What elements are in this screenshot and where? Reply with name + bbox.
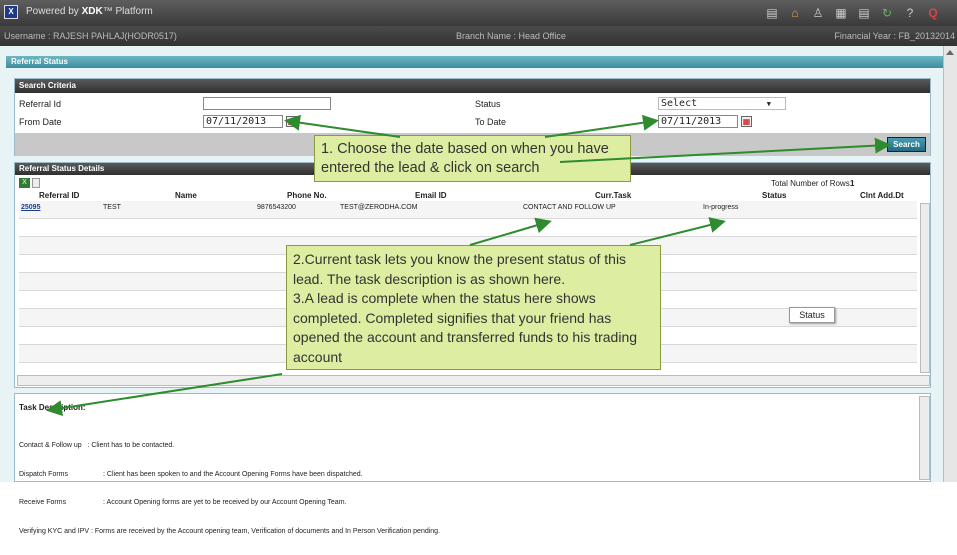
task-description-box: Task Description: Contact & Follow up : …: [14, 393, 931, 535]
user-icon[interactable]: ♙: [810, 5, 826, 21]
task-description-list: Contact & Follow up : Client has to be c…: [19, 422, 440, 555]
total-rows-value: 1: [850, 179, 855, 188]
chevron-down-icon: ▼: [766, 100, 771, 108]
title-bar: X Powered by XDK™ Platform ▤ ⌂ ♙ ▦ ▤ ↻ ?…: [0, 0, 957, 26]
powered-by-text: Powered by XDK™ Platform: [26, 6, 153, 17]
col-email: Email ID: [415, 191, 447, 200]
user-info-bar: Username : RAJESH PAHLAJ(HODR0517) Branc…: [0, 26, 957, 46]
task-line: Dispatch Forms : Client has been spoken …: [19, 470, 363, 478]
cell-phone: 9876543200: [257, 204, 296, 211]
col-status: Status: [762, 191, 787, 200]
refresh-icon[interactable]: ↻: [879, 5, 895, 21]
horizontal-scrollbar[interactable]: [17, 375, 930, 386]
username-text: Username : RAJESH PAHLAJ(HODR0517): [4, 31, 177, 41]
to-date-label: To Date: [475, 117, 507, 127]
callout-step-3: 3.A lead is complete when the status her…: [293, 290, 638, 365]
col-phone: Phone No.: [287, 191, 327, 200]
task-line: Receive Forms : Account Opening forms ar…: [19, 499, 347, 506]
cell-status: In-progress: [703, 204, 739, 211]
callout-step-1: 1. Choose the date based on when you hav…: [314, 135, 631, 182]
task-description-scrollbar[interactable]: [919, 396, 930, 480]
branch-name-text: Branch Name : Head Office: [456, 31, 566, 41]
app-logo-icon: X: [4, 5, 18, 19]
task-description-title: Task Description:: [19, 403, 86, 412]
referral-id-label: Referral Id: [19, 99, 62, 109]
task-line: Contact & Follow up : Client has to be c…: [19, 442, 175, 449]
referral-id-input[interactable]: [203, 97, 331, 110]
help-icon[interactable]: ?: [902, 5, 918, 21]
total-rows-label: Total Number of Rows :: [771, 179, 855, 188]
from-date-label: From Date: [19, 117, 62, 127]
scroll-up-icon[interactable]: [946, 50, 954, 55]
task-line: Verifying KYC and IPV : Forms are receiv…: [19, 527, 441, 535]
col-name: Name: [175, 191, 197, 200]
callout-step-2: 2.Current task lets you know the present…: [293, 251, 627, 287]
print-icon[interactable]: ▤: [764, 5, 780, 21]
table-row[interactable]: 25095 TEST 9876543200 TEST@ZERODHA.COM C…: [19, 201, 917, 219]
from-date-calendar-icon[interactable]: ▦: [286, 116, 297, 127]
status-select[interactable]: Select ▼: [658, 97, 786, 110]
col-curr-task: Curr.Task: [595, 191, 632, 200]
cell-name: TEST: [103, 204, 121, 211]
financial-year-text: Financial Year : FB_20132014: [834, 31, 955, 41]
status-select-value: Select: [661, 98, 698, 109]
search-button[interactable]: Search: [887, 137, 926, 152]
panel-title: Referral Status: [6, 56, 943, 68]
to-date-input[interactable]: 07/11/2013: [658, 115, 738, 128]
notes-icon[interactable]: ▤: [856, 5, 872, 21]
status-label: Status: [475, 99, 501, 109]
home-icon[interactable]: ⌂: [787, 5, 803, 21]
callout-steps-2-3: 2.Current task lets you know the present…: [286, 245, 661, 370]
pdf-export-icon[interactable]: [32, 178, 40, 188]
from-date-input[interactable]: 07/11/2013: [203, 115, 283, 128]
table-scrollbar[interactable]: [920, 203, 930, 373]
col-referral-id: Referral ID: [39, 191, 80, 200]
cell-email: TEST@ZERODHA.COM: [340, 204, 418, 211]
table-row-empty: [19, 219, 917, 237]
cell-curr-task: CONTACT AND FOLLOW UP: [523, 204, 616, 211]
search-criteria-title: Search Criteria: [15, 79, 930, 93]
calendar-icon[interactable]: ▦: [833, 5, 849, 21]
col-client-add-date: Clnt Add.Dt: [860, 191, 904, 200]
quit-icon[interactable]: Q: [925, 5, 941, 21]
referral-id-link[interactable]: 25095: [21, 204, 40, 211]
page-scrollbar[interactable]: [943, 46, 957, 482]
excel-export-icon[interactable]: X: [19, 178, 30, 188]
status-tooltip: Status: [789, 307, 835, 323]
to-date-calendar-icon[interactable]: ▦: [741, 116, 752, 127]
